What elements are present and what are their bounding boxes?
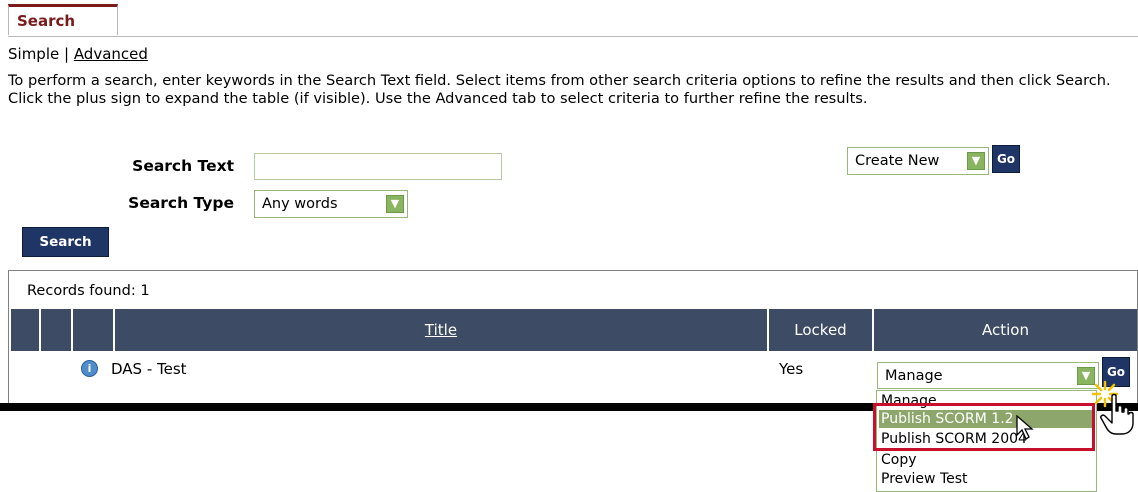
divider-bar xyxy=(0,403,880,411)
highlight-box xyxy=(873,403,1095,451)
search-type-select[interactable]: Any words ▼ xyxy=(254,190,408,218)
tab-search[interactable]: Search xyxy=(8,4,118,35)
search-type-label: Search Type xyxy=(128,194,234,212)
search-text-label: Search Text xyxy=(132,157,234,175)
row-locked: Yes xyxy=(779,360,804,378)
column-header-locked: Locked xyxy=(769,309,872,351)
search-instructions: To perform a search, enter keywords in t… xyxy=(8,72,1111,107)
header-cell-blank-1 xyxy=(11,309,39,351)
create-new-select[interactable]: Create New ▼ xyxy=(847,147,989,175)
header-cell-blank-3 xyxy=(73,309,113,351)
row-title: DAS - Test xyxy=(111,360,187,378)
row-action-select[interactable]: Manage ▼ xyxy=(877,362,1099,389)
header-cell-blank-2 xyxy=(41,309,71,351)
chevron-down-icon[interactable]: ▼ xyxy=(386,195,404,213)
info-icon[interactable]: i xyxy=(81,360,98,377)
search-button[interactable]: Search xyxy=(22,227,109,257)
tab-bar: Search xyxy=(8,0,1138,37)
advanced-mode-link[interactable]: Advanced xyxy=(74,45,148,63)
search-text-field[interactable] xyxy=(254,153,509,180)
search-text-input[interactable] xyxy=(255,154,509,179)
create-new-value: Create New xyxy=(855,153,940,169)
search-mode-switch: Simple | Advanced xyxy=(8,45,148,63)
create-go-button[interactable]: Go xyxy=(992,145,1020,173)
records-count: Records found: 1 xyxy=(27,283,150,299)
column-header-action: Action xyxy=(874,309,1137,351)
results-panel: Records found: 1 Title Locked Action i D… xyxy=(8,270,1138,404)
chevron-down-icon[interactable]: ▼ xyxy=(967,152,985,170)
search-type-value: Any words xyxy=(262,196,338,212)
mode-separator: | xyxy=(59,45,74,63)
mouse-pointer-icon xyxy=(1016,415,1034,440)
simple-mode-label: Simple xyxy=(8,45,60,63)
row-action-value: Manage xyxy=(885,368,943,384)
menu-item-copy[interactable]: Copy xyxy=(881,451,917,469)
hand-cursor-icon xyxy=(1100,393,1134,435)
column-header-title[interactable]: Title xyxy=(115,309,767,351)
menu-item-preview-test[interactable]: Preview Test xyxy=(881,470,968,488)
